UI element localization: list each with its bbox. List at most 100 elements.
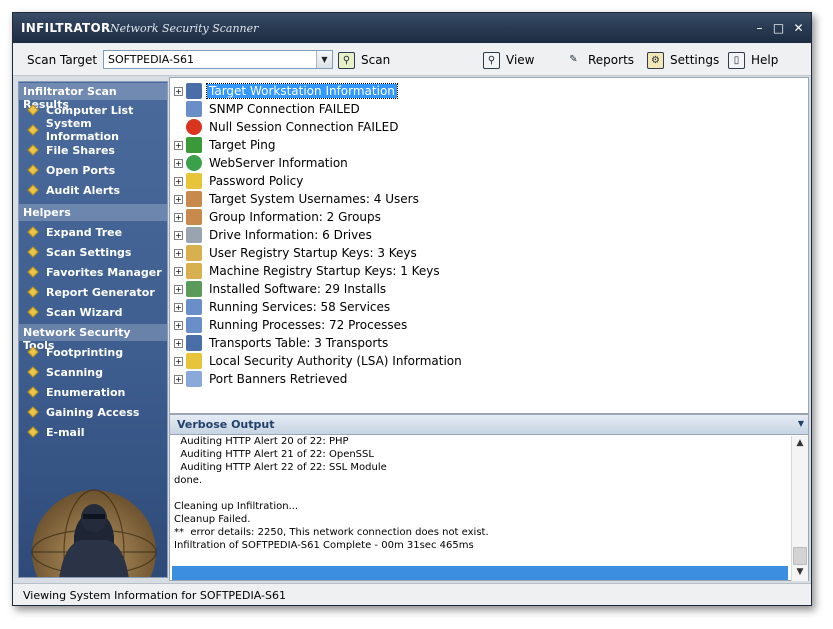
tree-row[interactable]: + Running Services: 58 Services <box>174 298 392 316</box>
sidebar-item-favorites-manager[interactable]: Favorites Manager <box>27 264 162 280</box>
view-button[interactable]: ⚲ View <box>483 49 534 71</box>
expand-toggle-icon[interactable]: + <box>174 140 183 150</box>
tree-row[interactable]: + Running Processes: 72 Processes <box>174 316 409 334</box>
sidebar-item-footprinting[interactable]: Footprinting <box>27 344 123 360</box>
settings-button-label: Settings <box>670 53 720 67</box>
sidebar-item-gaining-access[interactable]: Gaining Access <box>27 404 139 420</box>
sidebar-item-scan-wizard[interactable]: Scan Wizard <box>27 304 123 320</box>
sidebar-item-audit-alerts[interactable]: Audit Alerts <box>27 182 120 198</box>
tree-row[interactable]: SNMP Connection FAILED <box>174 100 362 118</box>
tree-row[interactable]: + Target Ping <box>174 136 277 154</box>
view-icon: ⚲ <box>483 51 500 69</box>
expand-toggle-icon[interactable]: + <box>174 230 183 240</box>
app-subtitle: Network Security Scanner <box>110 22 259 35</box>
tree-row[interactable]: + Installed Software: 29 Installs <box>174 280 388 298</box>
expand-toggle-icon[interactable]: + <box>174 248 183 258</box>
expand-toggle-icon[interactable]: + <box>174 212 183 222</box>
tree-item-label: SNMP Connection FAILED <box>209 102 360 116</box>
expand-toggle-icon[interactable] <box>174 105 183 114</box>
tree-item-label: Target Ping <box>209 138 276 152</box>
sidebar-item-scanning[interactable]: Scanning <box>27 364 103 380</box>
scan-button-label: Scan <box>361 53 391 67</box>
bullet-icon <box>27 164 39 176</box>
sidebar-item-label: Open Ports <box>46 163 116 177</box>
sidebar-item-label: Enumeration <box>46 385 126 399</box>
maximize-button[interactable]: □ <box>770 21 787 36</box>
expand-toggle-icon[interactable]: + <box>174 86 183 96</box>
expand-toggle-icon[interactable]: + <box>174 266 183 276</box>
tree-row[interactable]: Null Session Connection FAILED <box>174 118 400 136</box>
scroll-up-icon[interactable]: ▲ <box>792 438 808 452</box>
sidebar-item-report-generator[interactable]: Report Generator <box>27 284 155 300</box>
sidebar-item-scan-settings[interactable]: Scan Settings <box>27 244 131 260</box>
verbose-scrollbar[interactable]: ▲ ▼ <box>791 436 808 581</box>
network-icon <box>186 101 202 117</box>
services-icon <box>186 299 202 315</box>
minimize-button[interactable]: – <box>751 21 768 36</box>
verbose-line: ** error details: 2250, This network con… <box>174 527 489 538</box>
close-button[interactable]: ✕ <box>790 21 807 36</box>
bullet-icon <box>27 406 39 418</box>
expand-toggle-icon[interactable]: + <box>174 320 183 330</box>
tree-item-label: User Registry Startup Keys: 3 Keys <box>209 246 417 260</box>
sidebar-item-expand-tree[interactable]: Expand Tree <box>27 224 122 240</box>
tree-row[interactable]: + Password Policy <box>174 172 305 190</box>
tree-row[interactable]: + Target Workstation Information <box>174 82 398 100</box>
verbose-output-header: Verbose Output ▼ <box>170 415 808 435</box>
registry-icon <box>186 263 202 279</box>
expand-toggle-icon[interactable] <box>174 123 183 132</box>
tree-item-label: Transports Table: 3 Transports <box>209 336 389 350</box>
sidebar-item-label: E-mail <box>46 425 85 439</box>
tree-item-label: Null Session Connection FAILED <box>209 120 399 134</box>
scroll-thumb[interactable] <box>793 547 807 565</box>
bullet-icon <box>27 386 39 398</box>
chevron-down-icon[interactable]: ▼ <box>316 51 332 68</box>
bullet-icon <box>27 226 39 238</box>
toolbar: Scan Target ▼ ⚲ Scan ⚲ View ✎ Reports ⚙ … <box>13 43 811 76</box>
status-text: Viewing System Information for SOFTPEDIA… <box>23 589 286 602</box>
expand-toggle-icon[interactable]: + <box>174 158 183 168</box>
tree-row[interactable]: + Transports Table: 3 Transports <box>174 334 390 352</box>
bullet-icon <box>27 184 39 196</box>
expand-toggle-icon[interactable]: + <box>174 194 183 204</box>
sidebar-item-enumeration[interactable]: Enumeration <box>27 384 126 400</box>
expand-toggle-icon[interactable]: + <box>174 356 183 366</box>
sidebar-item-email[interactable]: E-mail <box>27 424 85 440</box>
registry-icon <box>186 245 202 261</box>
sidebar-item-open-ports[interactable]: Open Ports <box>27 162 116 178</box>
expand-toggle-icon[interactable]: + <box>174 302 183 312</box>
title-bar[interactable]: INFILTRATOR Network Security Scanner – □… <box>13 13 811 43</box>
sidebar-section-scan-results: Infiltrator Scan Results <box>19 83 167 111</box>
help-button[interactable]: ▯ Help <box>728 49 778 71</box>
scan-target-input[interactable] <box>103 50 333 69</box>
tree-row[interactable]: + Port Banners Retrieved <box>174 370 349 388</box>
tree-row[interactable]: + Local Security Authority (LSA) Informat… <box>174 352 464 370</box>
expand-toggle-icon[interactable]: + <box>174 338 183 348</box>
document-icon <box>186 371 202 387</box>
bullet-icon <box>27 144 39 156</box>
tree-row[interactable]: + Drive Information: 6 Drives <box>174 226 374 244</box>
scan-button[interactable]: ⚲ Scan <box>338 49 390 71</box>
expand-toggle-icon[interactable]: + <box>174 284 183 294</box>
help-button-label: Help <box>751 53 779 67</box>
sidebar-item-computer-list[interactable]: Computer List <box>27 102 133 118</box>
tree-row[interactable]: + User Registry Startup Keys: 3 Keys <box>174 244 419 262</box>
tree-row[interactable]: + Machine Registry Startup Keys: 1 Keys <box>174 262 442 280</box>
settings-icon: ⚙ <box>647 51 664 69</box>
tree-row[interactable]: + Target System Usernames: 4 Users <box>174 190 421 208</box>
tree-row[interactable]: + Group Information: 2 Groups <box>174 208 383 226</box>
sidebar-item-file-shares[interactable]: File Shares <box>27 142 115 158</box>
expand-toggle-icon[interactable]: + <box>174 176 183 186</box>
help-book-icon: ▯ <box>728 51 745 69</box>
scroll-down-icon[interactable]: ▼ <box>792 567 808 581</box>
reports-button[interactable]: ✎ Reports <box>565 49 634 71</box>
sidebar-item-label: System Information <box>45 117 119 143</box>
settings-button[interactable]: ⚙ Settings <box>647 49 719 71</box>
sidebar-item-system-information[interactable]: System Information <box>27 117 167 143</box>
sidebar-item-label: Favorites Manager <box>46 265 162 279</box>
tree-row[interactable]: + WebServer Information <box>174 154 350 172</box>
expand-toggle-icon[interactable]: + <box>174 374 183 384</box>
verbose-line: Cleanup Failed. <box>174 514 251 525</box>
tree-item-label: WebServer Information <box>209 156 348 170</box>
panel-menu-icon[interactable]: ▼ <box>798 419 804 428</box>
